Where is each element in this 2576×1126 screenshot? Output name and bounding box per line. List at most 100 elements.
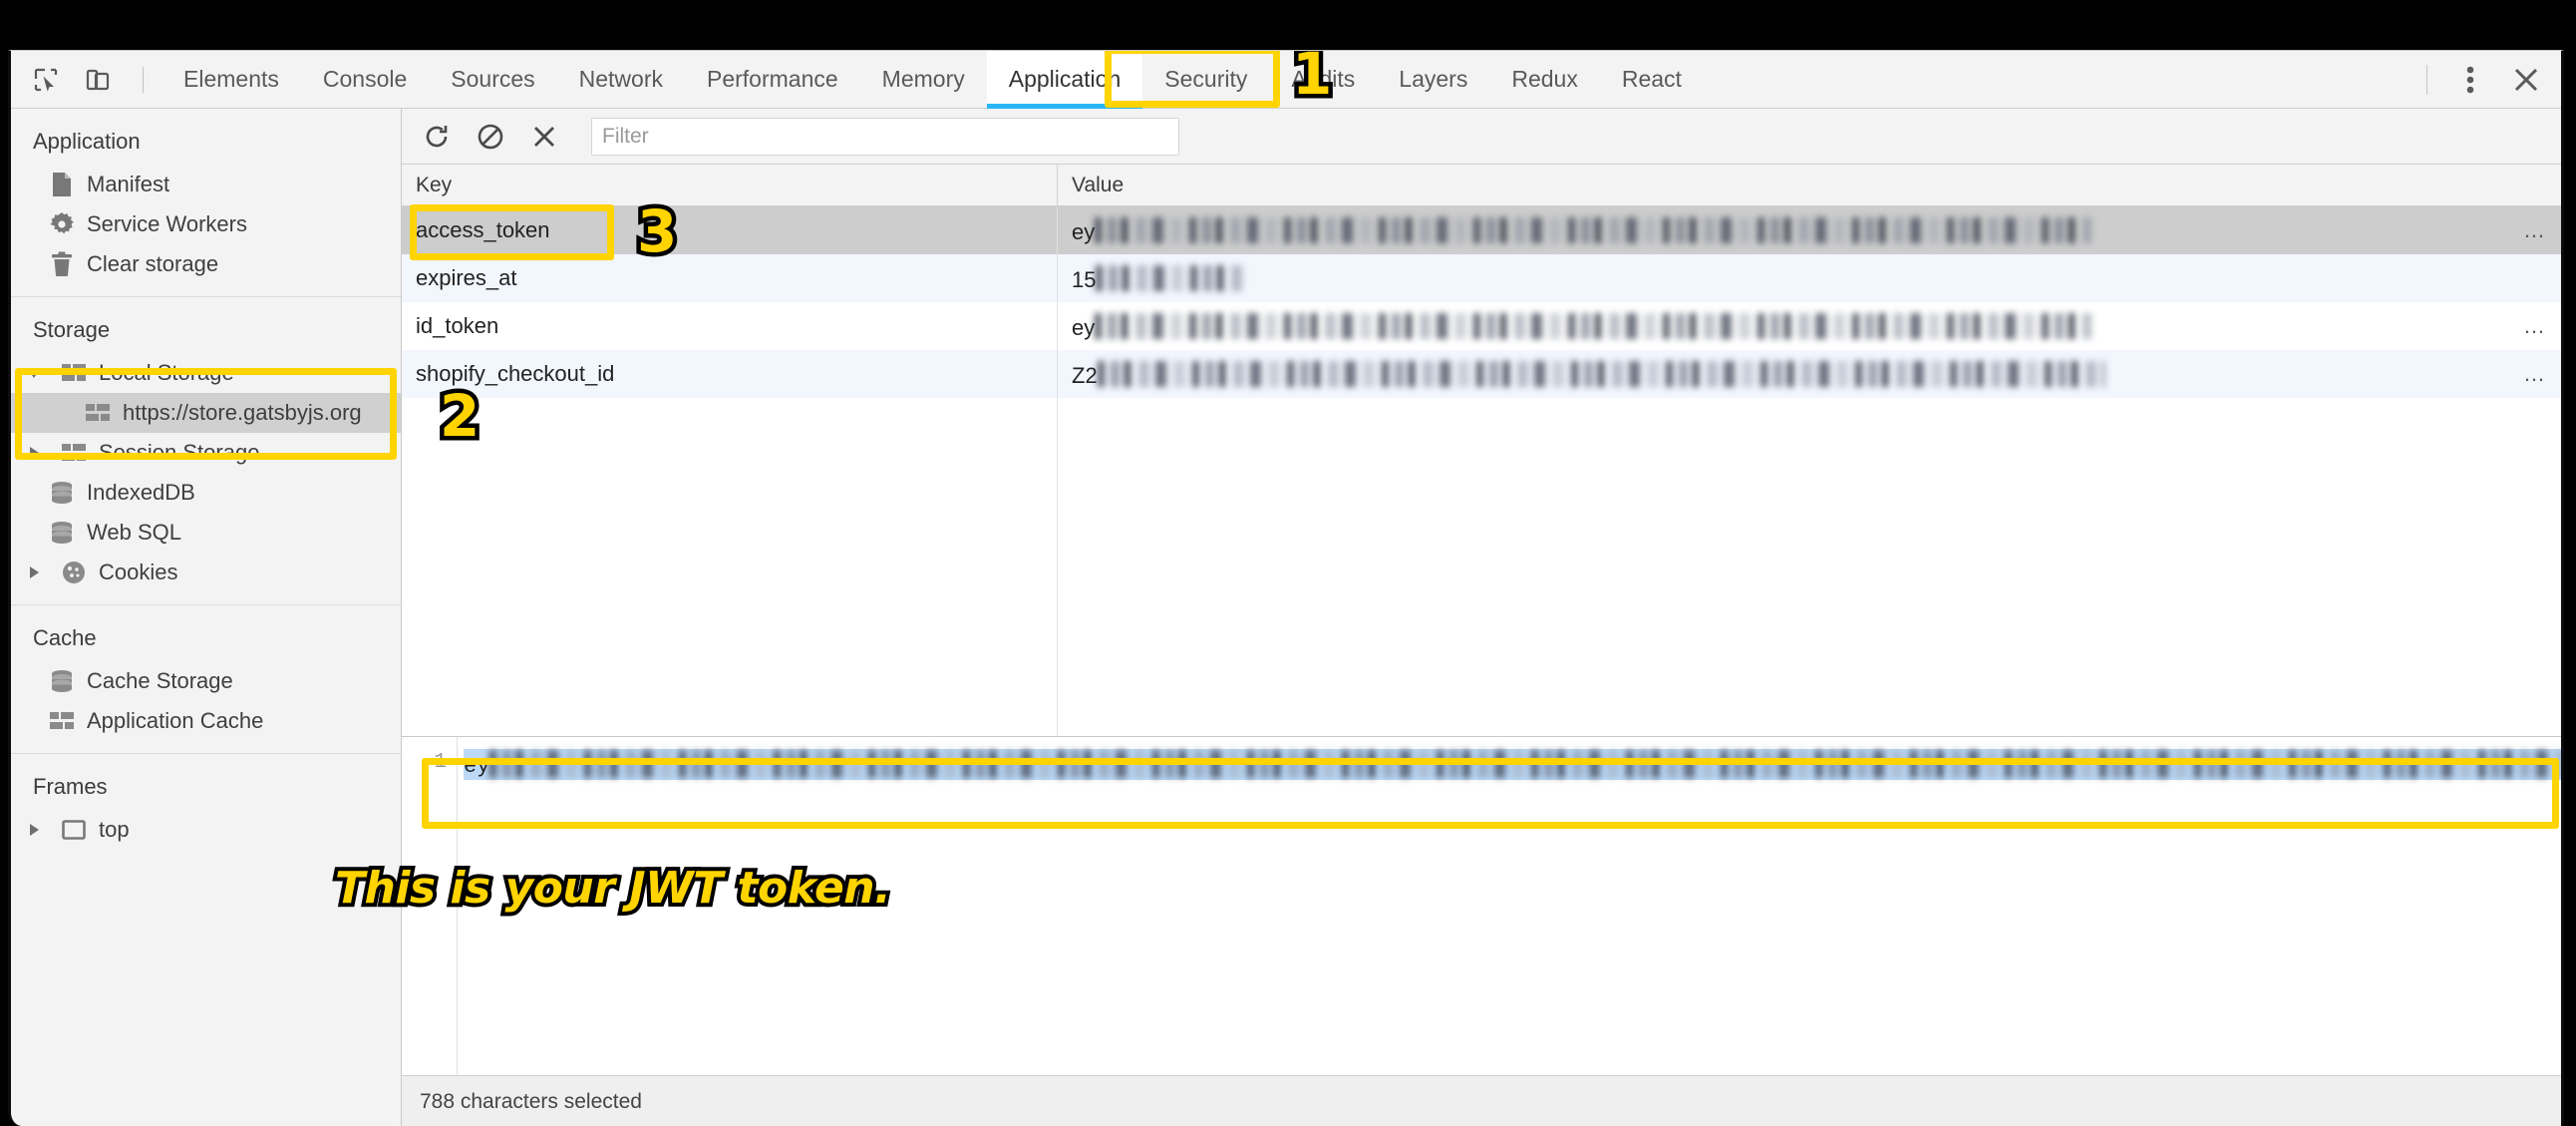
- sidebar-item-label: Local Storage: [99, 360, 234, 385]
- gear-icon: [49, 211, 75, 237]
- delete-selected-icon[interactable]: [527, 120, 561, 154]
- sidebar-item-web-sql[interactable]: Web SQL: [11, 513, 401, 553]
- tab-react[interactable]: React: [1600, 51, 1704, 109]
- sidebar-item-service-workers[interactable]: Service Workers: [11, 204, 401, 244]
- table-empty-value-col: [1058, 398, 2561, 736]
- tab-layers[interactable]: Layers: [1377, 51, 1489, 109]
- redacted-value: [1096, 265, 1244, 291]
- storage-panel: Key Value access_token ey … expires_at: [402, 109, 2561, 1126]
- devtools-window: Elements Console Sources Network Perform…: [8, 50, 2564, 1126]
- trash-icon: [49, 251, 75, 277]
- more-options-icon[interactable]: [2453, 63, 2487, 97]
- tab-redux[interactable]: Redux: [1489, 51, 1599, 109]
- screenshot-root: Elements Console Sources Network Perform…: [0, 0, 2576, 1126]
- cell-key: expires_at: [402, 254, 1058, 302]
- cell-key: access_token: [402, 206, 1058, 254]
- sidebar-item-label: Manifest: [87, 172, 170, 196]
- tab-audits[interactable]: Audits: [1269, 51, 1377, 109]
- tab-console[interactable]: Console: [301, 51, 429, 109]
- tab-elements[interactable]: Elements: [161, 51, 301, 109]
- value-prefix: ey: [1072, 315, 1096, 340]
- sidebar-section-title: Storage: [33, 317, 111, 342]
- cell-value: ey …: [1058, 302, 2561, 350]
- chevron-right-icon[interactable]: [25, 823, 43, 837]
- devtools-tabbar: Elements Console Sources Network Perform…: [11, 51, 2561, 109]
- sidebar-item-label: Application Cache: [87, 708, 264, 733]
- table-header-row: Key Value: [402, 165, 2561, 206]
- table-grid-icon: [49, 708, 75, 734]
- devtools-tab-list: Elements Console Sources Network Perform…: [161, 51, 1704, 109]
- tab-label: Sources: [451, 66, 535, 92]
- sidebar-section-title: Frames: [33, 774, 108, 799]
- tabbar-right-controls: [2426, 51, 2543, 109]
- table-row[interactable]: access_token ey …: [402, 206, 2561, 254]
- chevron-right-icon[interactable]: [25, 565, 43, 579]
- sidebar-item-label: Cookies: [99, 560, 178, 584]
- sidebar-item-frame-top[interactable]: top: [11, 810, 401, 850]
- devtools-body: Application Manifest Service Workers Cle…: [11, 109, 2561, 1126]
- sidebar-item-label: IndexedDB: [87, 480, 195, 505]
- device-toolbar-icon[interactable]: [81, 63, 115, 97]
- value-preview-pane: 1 ey: [402, 736, 2561, 1075]
- sidebar-item-cache-storage[interactable]: Cache Storage: [11, 661, 401, 701]
- tab-application[interactable]: Application: [986, 51, 1143, 109]
- tab-memory[interactable]: Memory: [860, 51, 987, 109]
- sidebar-item-clear-storage[interactable]: Clear storage: [11, 244, 401, 284]
- value-prefix: ey: [1072, 219, 1096, 244]
- sidebar-item-application-cache[interactable]: Application Cache: [11, 701, 401, 741]
- inspect-element-icon[interactable]: [29, 63, 63, 97]
- cell-key: shopify_checkout_id: [402, 350, 1058, 398]
- cell-value: 15: [1058, 254, 2561, 302]
- storage-toolbar: [402, 109, 2561, 165]
- sidebar-item-local-storage[interactable]: Local Storage: [11, 353, 401, 393]
- value-prefix: Z2: [1072, 363, 1098, 388]
- sidebar-item-indexeddb[interactable]: IndexedDB: [11, 473, 401, 513]
- redacted-value: [1095, 217, 2093, 243]
- tab-label: Application: [1008, 66, 1122, 92]
- sidebar-section-frames: Frames top: [11, 754, 401, 862]
- frame-icon: [61, 817, 87, 843]
- tab-network[interactable]: Network: [557, 51, 685, 109]
- table-row[interactable]: expires_at 15: [402, 254, 2561, 302]
- chevron-down-icon[interactable]: [25, 367, 43, 379]
- preview-gutter-empty: [402, 793, 458, 1075]
- refresh-icon[interactable]: [420, 120, 454, 154]
- tab-performance[interactable]: Performance: [685, 51, 860, 109]
- cell-value: ey …: [1058, 206, 2561, 254]
- local-storage-table: Key Value access_token ey … expires_at 1…: [402, 165, 2561, 398]
- column-header-value[interactable]: Value: [1058, 165, 2561, 205]
- filter-input[interactable]: [591, 117, 1179, 156]
- sidebar-section-cache: Cache Cache Storage Application Cache: [11, 605, 401, 754]
- redacted-value: [1095, 313, 2093, 339]
- cell-value: Z2 …: [1058, 350, 2561, 398]
- chevron-right-icon[interactable]: [25, 446, 43, 460]
- sidebar-section-title: Application: [33, 129, 141, 154]
- tab-sources[interactable]: Sources: [429, 51, 556, 109]
- tab-label: Memory: [881, 66, 965, 92]
- tab-label: Performance: [707, 66, 838, 92]
- sidebar-section-application: Application Manifest Service Workers Cle…: [11, 109, 401, 297]
- status-bar: 788 characters selected: [402, 1075, 2561, 1126]
- clear-all-icon[interactable]: [474, 120, 507, 154]
- value-truncation-ellipsis: …: [2523, 217, 2545, 242]
- table-grid-icon: [61, 360, 87, 386]
- sidebar-item-cookies[interactable]: Cookies: [11, 553, 401, 592]
- sidebar-item-local-storage-origin[interactable]: https://store.gatsbyjs.org: [11, 393, 401, 433]
- tab-security[interactable]: Security: [1142, 51, 1269, 109]
- table-row[interactable]: shopify_checkout_id Z2 …: [402, 350, 2561, 398]
- sidebar-item-label: Session Storage: [99, 440, 260, 465]
- sidebar-section-title: Cache: [33, 625, 97, 650]
- value-prefix: 15: [1072, 267, 1097, 292]
- column-header-key[interactable]: Key: [402, 165, 1058, 205]
- sidebar-item-label: https://store.gatsbyjs.org: [123, 400, 362, 425]
- close-devtools-icon[interactable]: [2509, 63, 2543, 97]
- preview-code-line[interactable]: 1 ey: [402, 737, 2561, 793]
- manifest-file-icon: [49, 172, 75, 197]
- sidebar-section-storage: Storage Local Storage https://store.gats…: [11, 297, 401, 605]
- sidebar-item-session-storage[interactable]: Session Storage: [11, 433, 401, 473]
- sidebar-item-manifest[interactable]: Manifest: [11, 165, 401, 204]
- preview-value-text[interactable]: ey: [458, 737, 2561, 793]
- table-row[interactable]: id_token ey …: [402, 302, 2561, 350]
- redacted-value: [1097, 361, 2104, 387]
- sidebar-item-label: Web SQL: [87, 520, 181, 545]
